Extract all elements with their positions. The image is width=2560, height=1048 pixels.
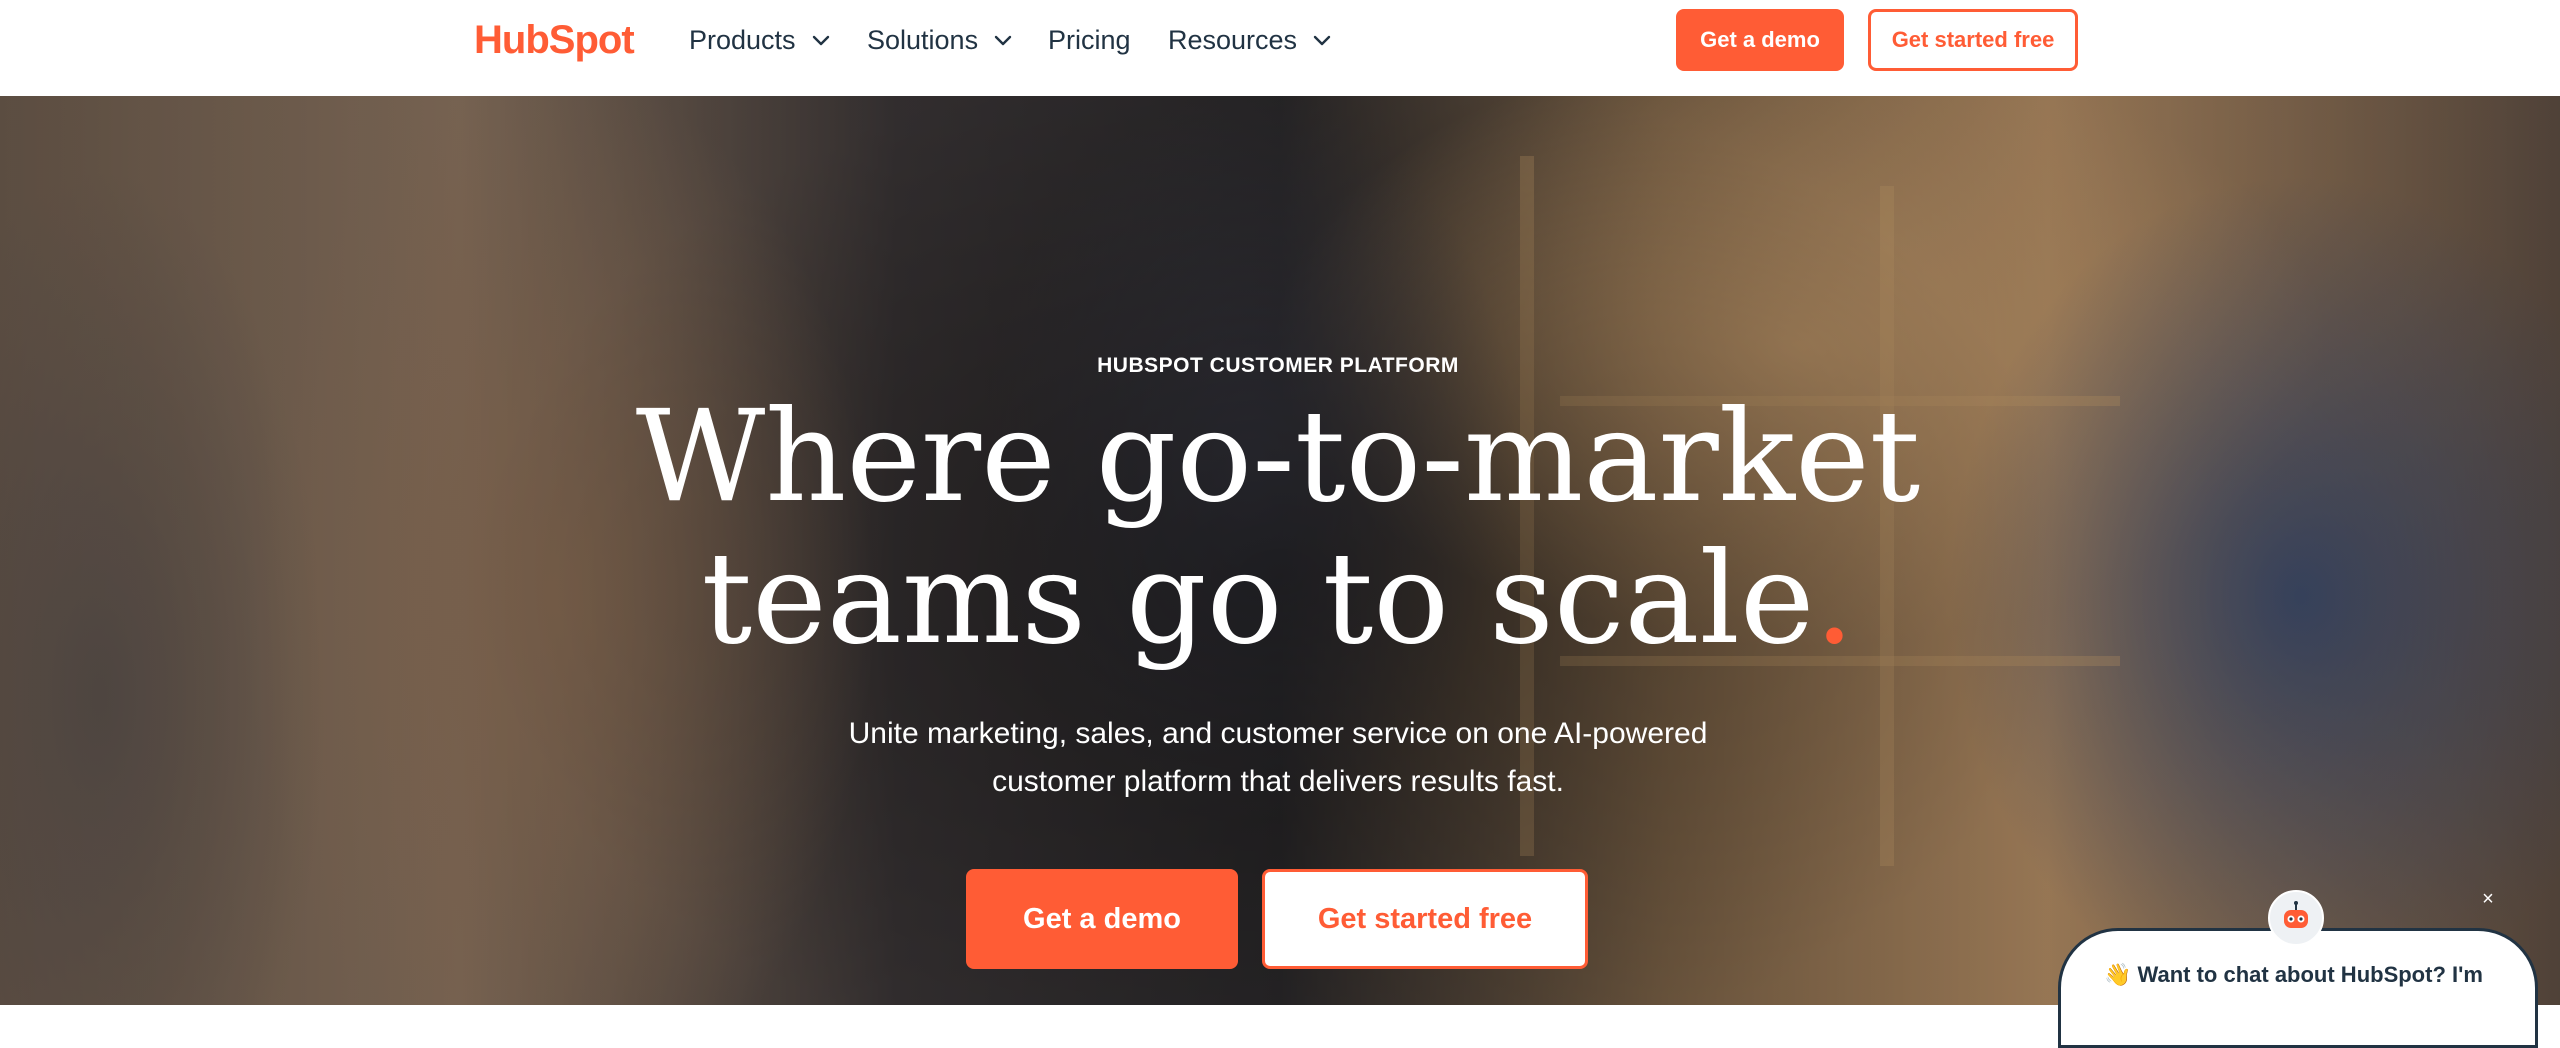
hubspot-logo[interactable]: Hub Spot: [474, 16, 635, 64]
nav-solutions[interactable]: Solutions: [867, 20, 1014, 60]
chevron-down-icon: [812, 35, 829, 46]
wave-icon: 👋: [2104, 962, 2132, 987]
hero-headline: Where go-to-market teams go to scale.: [0, 386, 2556, 670]
nav-pricing-label: Pricing: [1048, 24, 1131, 55]
hero-headline-line1: Where go-to-market: [635, 383, 1921, 530]
nav-products[interactable]: Products: [689, 20, 832, 60]
nav-resources[interactable]: Resources: [1168, 20, 1333, 60]
chevron-down-icon: [1313, 35, 1331, 46]
chat-message[interactable]: 👋 Want to chat about HubSpot? I'm: [2104, 958, 2524, 992]
chatbot-avatar[interactable]: [2268, 890, 2324, 946]
hero-headline-line2-text: teams go to scale: [701, 525, 1815, 672]
hero-eyebrow: HUBSPOT CUSTOMER PLATFORM: [1097, 354, 1459, 377]
hero-subtext-line2: customer platform that delivers results …: [992, 765, 1564, 798]
chat-message-line1: Want to chat about HubSpot? I'm: [2137, 962, 2483, 987]
nav-get-started-free-button[interactable]: Get started free: [1868, 9, 2078, 71]
robot-icon: [2284, 901, 2308, 928]
logo-text-hub: Hub: [474, 17, 550, 62]
hero-headline-line2: teams go to scale.: [0, 528, 2556, 670]
hero-section: HUBSPOT CUSTOMER PLATFORM Where go-to-ma…: [0, 96, 2560, 1005]
hero-subtext-line1: Unite marketing, sales, and customer ser…: [848, 717, 1708, 750]
chevron-down-icon: [994, 35, 1012, 46]
logo-text-spot: Spot: [548, 17, 635, 62]
hero-get-started-free-button[interactable]: Get started free: [1262, 869, 1588, 969]
nav-resources-label: Resources: [1168, 24, 1298, 55]
hero-headline-dot: .: [1814, 525, 1855, 672]
nav-solutions-label: Solutions: [867, 24, 979, 55]
nav-products-label: Products: [689, 24, 796, 55]
hero-get-demo-button[interactable]: Get a demo: [966, 869, 1238, 969]
chat-close-icon[interactable]: ×: [2474, 885, 2502, 913]
nav-pricing[interactable]: Pricing: [1048, 20, 1131, 60]
nav-get-demo-button[interactable]: Get a demo: [1676, 9, 1844, 71]
top-navigation: Hub Spot Products Solutions Pricing Resou…: [0, 0, 2560, 96]
hero-subtext: Unite marketing, sales, and customer ser…: [0, 710, 2556, 806]
